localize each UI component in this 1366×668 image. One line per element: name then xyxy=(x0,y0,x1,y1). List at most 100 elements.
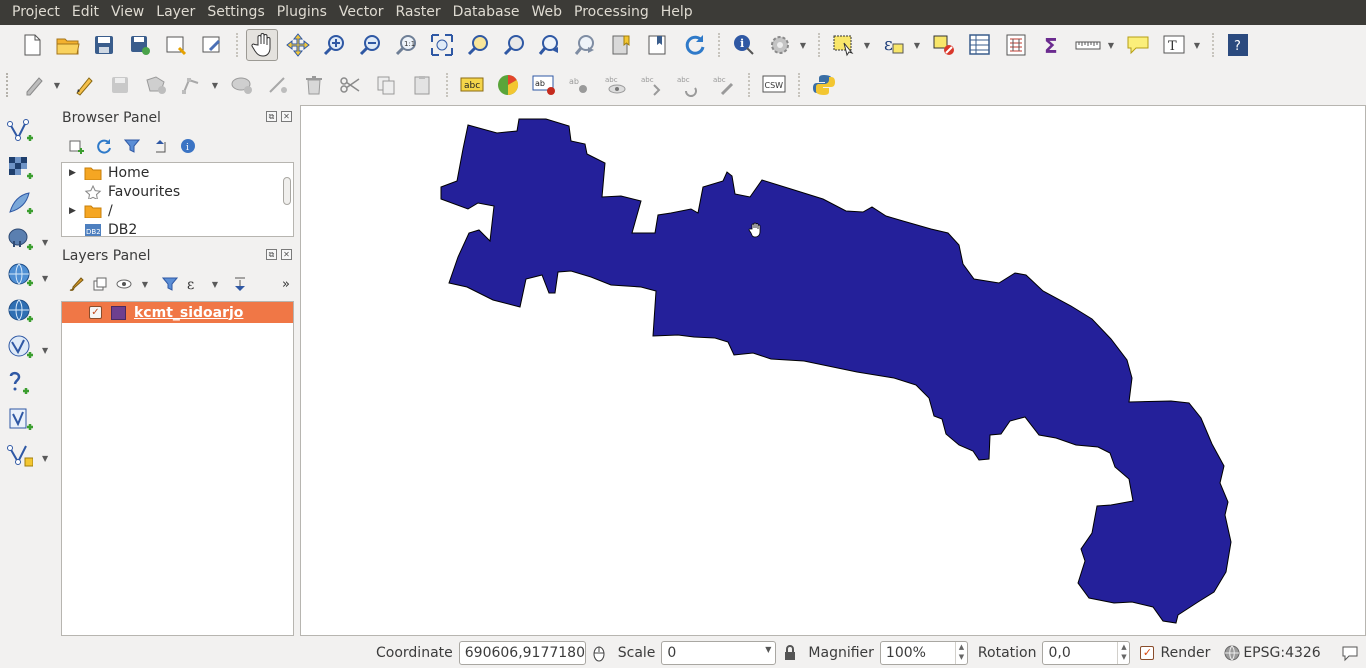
add-delimited-text-layer-button[interactable] xyxy=(4,368,36,400)
add-wms-layer-button[interactable] xyxy=(4,260,36,292)
add-ring-button[interactable] xyxy=(226,69,258,101)
properties-button[interactable]: i xyxy=(180,138,196,154)
pan-to-selection-button[interactable] xyxy=(282,29,314,61)
show-bookmarks-button[interactable] xyxy=(642,29,674,61)
expand-all-button[interactable] xyxy=(232,276,248,292)
scale-dropdown-arrow[interactable]: ▼ xyxy=(765,645,771,654)
refresh-button[interactable] xyxy=(678,29,710,61)
zoom-in-button[interactable] xyxy=(318,29,350,61)
zoom-last-button[interactable] xyxy=(534,29,566,61)
zoom-full-button[interactable] xyxy=(426,29,458,61)
measure-dropdown-arrow[interactable]: ▼ xyxy=(1106,40,1116,50)
rotation-spinner[interactable]: ▲ ▼ xyxy=(1117,642,1129,664)
menu-view[interactable]: View xyxy=(105,0,150,25)
select-dropdown-arrow[interactable]: ▼ xyxy=(862,40,872,50)
menu-edit[interactable]: Edit xyxy=(66,0,105,25)
help-button[interactable]: ? xyxy=(1222,29,1254,61)
delete-selected-button[interactable] xyxy=(298,69,330,101)
scale-field[interactable]: 0 ▼ xyxy=(661,641,777,665)
move-label-button[interactable]: abc xyxy=(636,69,668,101)
measure-line-button[interactable] xyxy=(1072,29,1104,61)
browser-item-favourites[interactable]: Favourites xyxy=(62,182,180,201)
new-print-layout-button[interactable] xyxy=(160,29,192,61)
rotation-field[interactable]: 0,0 ▲ ▼ xyxy=(1042,641,1131,665)
magnifier-field[interactable]: 100% ▲ ▼ xyxy=(879,641,968,665)
expression-dropdown-arrow[interactable]: ▼ xyxy=(912,40,922,50)
map-tips-button[interactable] xyxy=(1122,29,1154,61)
pin-unpin-labels-button[interactable]: ab xyxy=(564,69,596,101)
open-project-button[interactable] xyxy=(52,29,84,61)
float-panel-button[interactable]: ⧉ xyxy=(266,111,277,122)
menu-raster[interactable]: Raster xyxy=(390,0,447,25)
zoom-to-selection-button[interactable] xyxy=(462,29,494,61)
add-spatialite-layer-button[interactable] xyxy=(4,188,36,220)
add-virtual-layer-button[interactable] xyxy=(4,404,36,436)
add-group-button[interactable] xyxy=(92,276,108,292)
coordinate-field[interactable]: 690606,9177180 xyxy=(458,641,586,665)
zoom-next-button[interactable] xyxy=(570,29,602,61)
layer-labeling-options-button[interactable]: abc xyxy=(456,69,488,101)
browser-scrollbar[interactable] xyxy=(282,163,292,236)
paste-features-button[interactable] xyxy=(406,69,438,101)
filter-legend-button[interactable] xyxy=(162,276,178,292)
add-postgis-layer-button[interactable] xyxy=(4,224,36,256)
run-feature-action-button[interactable] xyxy=(764,29,796,61)
float-panel-button[interactable]: ⧉ xyxy=(266,249,277,260)
toggle-extents-button[interactable] xyxy=(590,644,608,662)
add-selected-layer-button[interactable] xyxy=(68,138,84,154)
menu-help[interactable]: Help xyxy=(655,0,699,25)
crs-label[interactable]: EPSG:4326 xyxy=(1243,645,1320,661)
add-polygon-button[interactable] xyxy=(140,69,172,101)
lock-scale-button[interactable] xyxy=(782,644,798,662)
annotation-dropdown-arrow[interactable]: ▼ xyxy=(1192,40,1202,50)
action-dropdown-arrow[interactable]: ▼ xyxy=(798,40,808,50)
copy-features-button[interactable] xyxy=(370,69,402,101)
crs-button[interactable] xyxy=(1224,645,1240,661)
change-label-button[interactable]: abc xyxy=(708,69,740,101)
open-attribute-table-button[interactable] xyxy=(964,29,996,61)
text-annotation-button[interactable]: T xyxy=(1158,29,1190,61)
edits-dropdown-arrow[interactable]: ▼ xyxy=(52,80,62,90)
layer-visibility-checkbox[interactable]: ✓ xyxy=(89,306,102,319)
refresh-browser-button[interactable] xyxy=(96,138,112,154)
browser-item-root[interactable]: ▶ / xyxy=(62,201,113,220)
layer-symbol-swatch[interactable] xyxy=(111,305,126,320)
vertex-dropdown-arrow[interactable]: ▼ xyxy=(210,80,220,90)
layer-row[interactable]: ✓ kcmt_sidoarjo xyxy=(62,302,293,323)
map-render[interactable] xyxy=(301,106,1366,636)
magnifier-spinner[interactable]: ▲ ▼ xyxy=(954,642,967,664)
browser-item-home[interactable]: ▶ Home xyxy=(62,163,149,182)
pan-map-button[interactable] xyxy=(246,29,278,61)
layer-diagram-options-button[interactable] xyxy=(492,69,524,101)
close-panel-button[interactable]: ✕ xyxy=(281,249,292,260)
vertex-tool-button[interactable] xyxy=(176,69,208,101)
add-raster-layer-button[interactable] xyxy=(4,152,36,184)
zoom-native-button[interactable]: 1:1 xyxy=(390,29,422,61)
map-canvas[interactable] xyxy=(300,105,1366,636)
new-project-button[interactable] xyxy=(16,29,48,61)
filter-by-expression-button[interactable]: ε xyxy=(186,276,202,292)
wfs-dropdown-arrow[interactable]: ▼ xyxy=(42,346,48,355)
toggle-editing-button[interactable] xyxy=(68,69,100,101)
identify-features-button[interactable]: i xyxy=(728,29,760,61)
add-vector-layer-button[interactable] xyxy=(4,116,36,148)
menu-database[interactable]: Database xyxy=(447,0,526,25)
menu-project[interactable]: Project xyxy=(0,0,66,25)
zoom-out-button[interactable] xyxy=(354,29,386,61)
more-tools-button[interactable]: » xyxy=(278,276,294,292)
new-shapefile-layer-button[interactable] xyxy=(4,440,36,472)
save-project-button[interactable] xyxy=(88,29,120,61)
visibility-dropdown-arrow[interactable]: ▼ xyxy=(140,279,150,289)
menu-layer[interactable]: Layer xyxy=(150,0,201,25)
new-layer-dropdown-arrow[interactable]: ▼ xyxy=(42,454,48,463)
python-console-button[interactable] xyxy=(808,69,840,101)
new-bookmark-button[interactable] xyxy=(606,29,638,61)
scrollbar-thumb[interactable] xyxy=(283,177,291,205)
add-wfs-layer-button[interactable] xyxy=(4,332,36,364)
layout-manager-button[interactable] xyxy=(196,29,228,61)
move-feature-button[interactable] xyxy=(262,69,294,101)
save-as-button[interactable] xyxy=(124,29,156,61)
menu-settings[interactable]: Settings xyxy=(201,0,270,25)
filter-browser-button[interactable] xyxy=(124,138,140,154)
browser-item-db2[interactable]: DB2 DB2 xyxy=(62,220,137,236)
